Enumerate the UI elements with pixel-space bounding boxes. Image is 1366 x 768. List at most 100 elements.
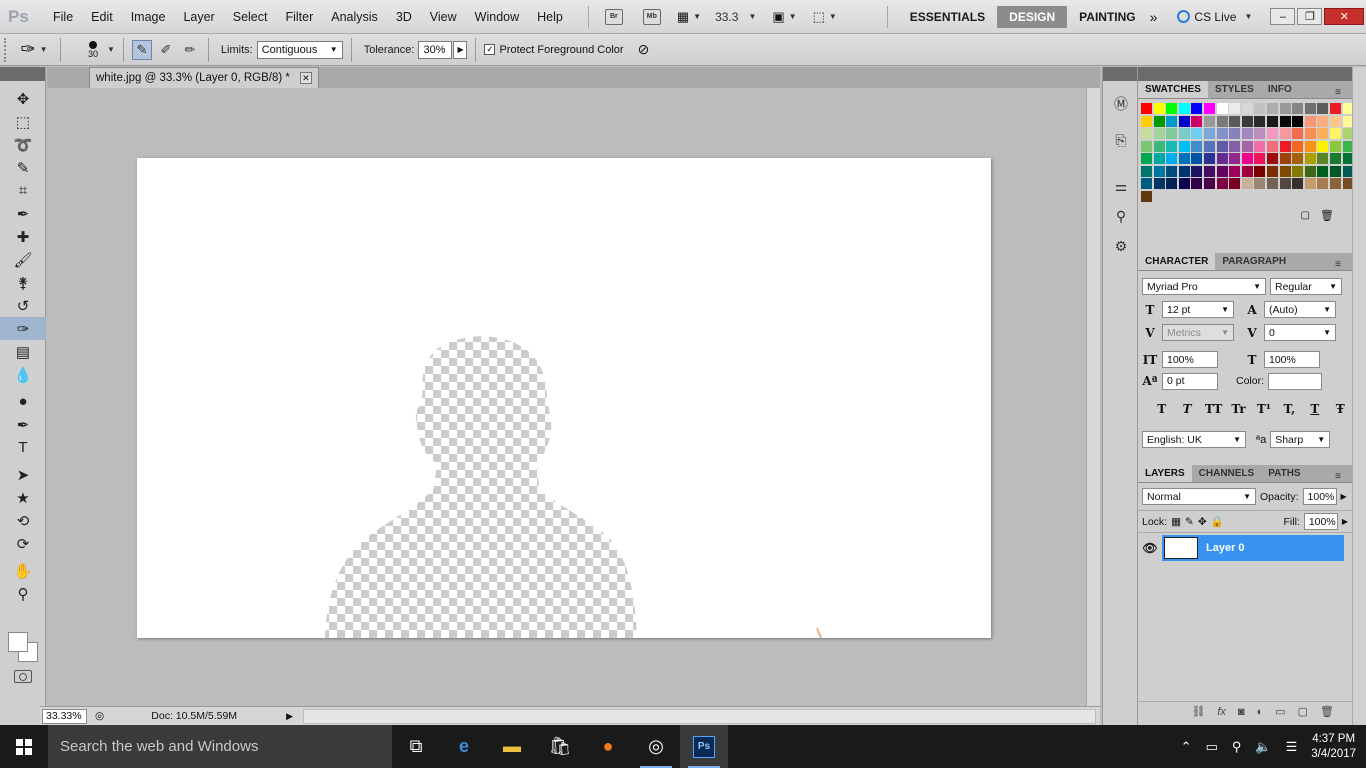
cs-live-menu[interactable]: CS Live ▼: [1177, 10, 1252, 24]
swatch[interactable]: [1141, 115, 1152, 127]
swatch[interactable]: [1153, 103, 1165, 114]
swatch[interactable]: [1254, 140, 1266, 152]
swatch[interactable]: [1141, 140, 1152, 152]
subscript-button[interactable]: T,: [1282, 402, 1297, 416]
swatch[interactable]: [1153, 140, 1165, 152]
tolerance-input[interactable]: 30%: [418, 40, 453, 59]
swatch[interactable]: [1329, 128, 1341, 139]
swatch[interactable]: [1166, 165, 1178, 177]
foreground-color-swatch[interactable]: [8, 632, 28, 652]
brush-picker[interactable]: 30: [83, 40, 103, 59]
swatch[interactable]: [1279, 128, 1291, 139]
swatch[interactable]: [1166, 140, 1178, 152]
swatch[interactable]: [1292, 153, 1304, 164]
adjustments-panel-icon[interactable]: ⚌: [1103, 171, 1139, 201]
swatch[interactable]: [1292, 165, 1304, 177]
tab-styles[interactable]: STYLES: [1208, 81, 1261, 98]
menu-image[interactable]: Image: [122, 0, 175, 34]
swatch[interactable]: [1279, 153, 1291, 164]
start-button[interactable]: [0, 725, 48, 768]
history-brush-tool-icon[interactable]: ↺: [0, 294, 46, 317]
swatch[interactable]: [1216, 140, 1228, 152]
swatch[interactable]: [1191, 103, 1203, 114]
pen-tool-icon[interactable]: ✒: [0, 413, 46, 436]
menu-window[interactable]: Window: [466, 0, 528, 34]
swatch[interactable]: [1203, 103, 1215, 114]
document-canvas[interactable]: [137, 158, 991, 638]
close-button[interactable]: ✕: [1324, 8, 1365, 25]
dodge-tool-icon[interactable]: ●: [0, 390, 46, 413]
quick-select-tool-icon[interactable]: ✎: [0, 156, 46, 179]
swatch[interactable]: [1191, 115, 1203, 127]
menu-layer[interactable]: Layer: [174, 0, 223, 34]
menu-filter[interactable]: Filter: [276, 0, 322, 34]
tab-layers[interactable]: LAYERS: [1138, 465, 1192, 482]
menu-file[interactable]: File: [44, 0, 82, 34]
swatch[interactable]: [1153, 178, 1165, 189]
menu-analysis[interactable]: Analysis: [322, 0, 387, 34]
panels-header[interactable]: [1138, 67, 1352, 81]
underline-button[interactable]: T: [1307, 402, 1322, 416]
swatch[interactable]: [1254, 165, 1266, 177]
swatch[interactable]: [1241, 140, 1253, 152]
swatch[interactable]: [1166, 153, 1178, 164]
superscript-button[interactable]: T¹: [1256, 402, 1271, 416]
swatch[interactable]: [1266, 103, 1278, 114]
swatch[interactable]: [1191, 178, 1203, 189]
text-color-swatch[interactable]: [1268, 372, 1323, 390]
panel-menu-icon[interactable]: ≡: [1328, 256, 1348, 274]
spot-heal-tool-icon[interactable]: ✚: [0, 225, 46, 248]
brush-tool-icon[interactable]: 🖌: [0, 248, 46, 271]
background-eraser-tool-icon[interactable]: ✑: [0, 317, 46, 340]
menu-view[interactable]: View: [421, 0, 466, 34]
swatch[interactable]: [1329, 115, 1341, 127]
action-center-icon[interactable]: ☰: [1286, 739, 1298, 755]
quick-mask-icon[interactable]: [14, 670, 32, 683]
menu-help[interactable]: Help: [528, 0, 572, 34]
limits-select[interactable]: Contiguous ▼: [256, 40, 343, 59]
type-tool-icon[interactable]: T: [0, 436, 46, 459]
swatch[interactable]: [1266, 140, 1278, 152]
workspace-design[interactable]: DESIGN: [997, 5, 1068, 28]
strikethrough-button[interactable]: Ŧ: [1333, 402, 1348, 416]
zoom-dropdown-icon[interactable]: ▼: [748, 12, 756, 21]
swatch[interactable]: [1241, 115, 1253, 127]
new-swatch-icon[interactable]: ▢: [1301, 210, 1310, 221]
swatch[interactable]: [1178, 178, 1190, 189]
swatch[interactable]: [1241, 153, 1253, 164]
swatch[interactable]: [1216, 165, 1228, 177]
small-caps-button[interactable]: Tr: [1231, 402, 1246, 416]
swatch[interactable]: [1141, 165, 1152, 177]
swatch[interactable]: [1317, 115, 1329, 127]
minimize-button[interactable]: –: [1270, 8, 1296, 25]
gradient-tool-icon[interactable]: ▤: [0, 340, 46, 363]
font-style-select[interactable]: Regular ▼: [1270, 278, 1342, 295]
swatch[interactable]: [1254, 115, 1266, 127]
swatch[interactable]: [1279, 115, 1291, 127]
dock-header[interactable]: [1103, 67, 1137, 81]
swatch[interactable]: [1317, 103, 1329, 114]
sampling-continuous-icon[interactable]: ✎: [131, 39, 152, 60]
zoom-level[interactable]: 33.3: [715, 10, 738, 24]
swatch[interactable]: [1317, 178, 1329, 189]
swatch[interactable]: [1229, 153, 1241, 164]
taskbar-clock[interactable]: 4:37 PM 3/4/2017: [1311, 732, 1356, 762]
swatch[interactable]: [1141, 190, 1152, 202]
file-explorer-icon[interactable]: ▬: [488, 725, 536, 768]
swatch[interactable]: [1229, 128, 1241, 139]
swatch[interactable]: [1178, 128, 1190, 139]
swatch[interactable]: [1279, 140, 1291, 152]
sampling-swatch-icon[interactable]: ✏: [180, 40, 200, 60]
firefox-icon[interactable]: ●: [584, 725, 632, 768]
workspace-essentials[interactable]: ESSENTIALS: [898, 6, 997, 28]
clone-stamp-tool-icon[interactable]: ⚵: [0, 271, 46, 294]
menu-select[interactable]: Select: [224, 0, 277, 34]
swatch[interactable]: [1292, 103, 1304, 114]
zoom-tool-icon[interactable]: ⚲: [0, 582, 46, 605]
mini-bridge-button[interactable]: Mb: [642, 8, 661, 25]
swatch[interactable]: [1229, 103, 1241, 114]
document-tab[interactable]: white.jpg @ 33.3% (Layer 0, RGB/8) * ✕: [89, 67, 319, 88]
language-select[interactable]: English: UK ▼: [1142, 431, 1246, 448]
swatch[interactable]: [1329, 178, 1341, 189]
tab-character[interactable]: CHARACTER: [1138, 253, 1216, 270]
